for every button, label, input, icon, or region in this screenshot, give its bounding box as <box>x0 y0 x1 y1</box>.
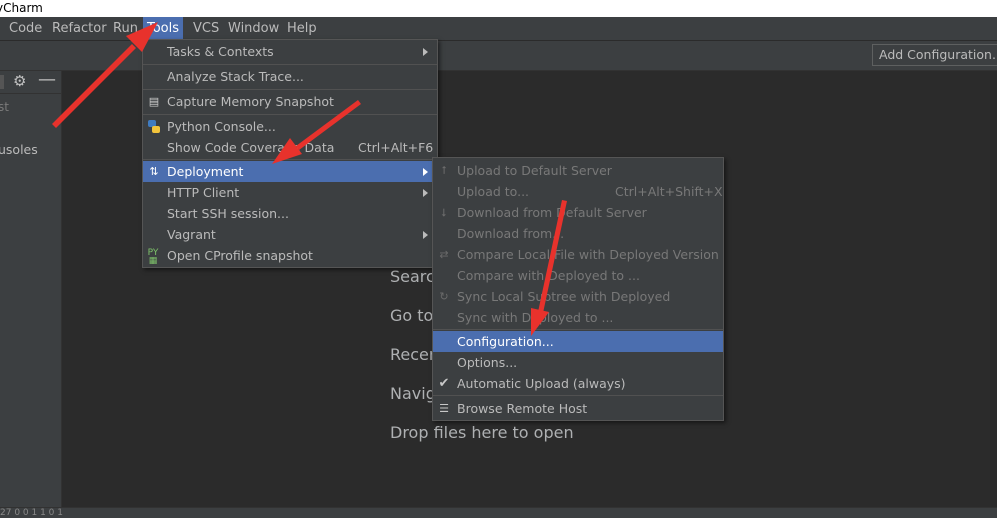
deployment-arrows-icon: ⇅ <box>149 165 159 178</box>
project-panel: ⚙ — st usoles <box>0 69 62 507</box>
menu-separator <box>143 114 437 115</box>
menu-item-http-client[interactable]: HTTP Client <box>143 182 437 203</box>
menu-bar: Code Refactor Run Tools VCS Window Help <box>0 17 997 41</box>
menu-item-label: Show Code Coverage Data <box>167 140 335 155</box>
remote-host-icon: ☰ <box>439 402 449 415</box>
panel-edge <box>0 75 4 89</box>
menu-separator <box>143 64 437 65</box>
menu-item-start-ssh[interactable]: Start SSH session... <box>143 203 437 224</box>
menu-item-open-cprofile[interactable]: PY ▦ Open CProfile snapshot <box>143 245 437 266</box>
menu-item-upload-to[interactable]: Upload to... Ctrl+Alt+Shift+X <box>433 181 723 202</box>
menu-item-vagrant[interactable]: Vagrant <box>143 224 437 245</box>
project-panel-header: ⚙ — <box>0 69 61 94</box>
menu-item-label: HTTP Client <box>167 185 240 200</box>
hint-goto: Go to <box>390 306 434 325</box>
menu-item-label: Sync with Deployed to ... <box>457 310 614 325</box>
project-tree-item[interactable]: st <box>0 100 9 114</box>
menu-item-label: Tasks & Contexts <box>167 44 274 59</box>
download-icon: ⭣ <box>441 206 447 219</box>
menu-item-browse-remote[interactable]: ☰ Browse Remote Host <box>433 398 723 419</box>
menu-item-tasks-contexts[interactable]: Tasks & Contexts <box>143 41 437 62</box>
menu-item-download-from[interactable]: Download from... <box>433 223 723 244</box>
menu-item-label: Download from Default Server <box>457 205 647 220</box>
menu-window[interactable]: Window <box>224 17 283 40</box>
python-icon <box>147 120 161 133</box>
menu-item-label: Download from... <box>457 226 565 241</box>
menu-item-sync-local[interactable]: ↻ Sync Local Subtree with Deployed <box>433 286 723 307</box>
menu-separator <box>143 159 437 160</box>
menu-item-label: Analyze Stack Trace... <box>167 69 304 84</box>
menu-separator <box>433 395 723 396</box>
menu-item-label: Browse Remote Host <box>457 401 588 416</box>
menu-item-shortcut: Ctrl+Alt+Shift+X <box>615 184 723 199</box>
memory-snapshot-icon: ▤ <box>148 95 160 108</box>
submenu-arrow-icon <box>423 48 428 56</box>
menu-item-label: Vagrant <box>167 227 216 242</box>
menu-item-label: Open CProfile snapshot <box>167 248 313 263</box>
deployment-submenu: ⭡ Upload to Default Server Upload to... … <box>432 157 724 421</box>
menu-vcs[interactable]: VCS <box>189 17 223 40</box>
cprofile-icon: PY ▦ <box>147 248 159 266</box>
menu-run[interactable]: Run <box>109 17 142 40</box>
menu-refactor[interactable]: Refactor <box>48 17 111 40</box>
menu-item-label: Deployment <box>167 164 244 179</box>
window-title-bar: yCharm <box>0 0 997 17</box>
menu-item-label: Sync Local Subtree with Deployed <box>457 289 671 304</box>
submenu-arrow-icon <box>423 231 428 239</box>
gear-icon[interactable]: ⚙ <box>13 72 26 90</box>
compare-icon: ⇄ <box>439 248 449 261</box>
menu-item-label: Upload to... <box>457 184 530 199</box>
menu-item-download-default[interactable]: ⭣ Download from Default Server <box>433 202 723 223</box>
menu-item-upload-default[interactable]: ⭡ Upload to Default Server <box>433 160 723 181</box>
hint-drop-files: Drop files here to open <box>390 423 574 442</box>
menu-item-options[interactable]: Options... <box>433 352 723 373</box>
menu-item-capture-memory[interactable]: ▤ Capture Memory Snapshot <box>143 91 437 112</box>
menu-item-compare-local[interactable]: ⇄ Compare Local File with Deployed Versi… <box>433 244 723 265</box>
menu-item-label: Compare with Deployed to ... <box>457 268 640 283</box>
menu-item-compare-deployed[interactable]: Compare with Deployed to ... <box>433 265 723 286</box>
upload-icon: ⭡ <box>441 164 447 177</box>
menu-item-label: Compare Local File with Deployed Version <box>457 247 719 262</box>
menu-item-shortcut: Ctrl+Alt+F6 <box>358 140 434 155</box>
menu-item-python-console[interactable]: Python Console... <box>143 116 437 137</box>
menu-separator <box>143 89 437 90</box>
menu-code[interactable]: Code <box>5 17 46 40</box>
menu-tools[interactable]: Tools <box>143 17 184 40</box>
hint-navigate: Navig <box>390 384 436 403</box>
hint-recent: Recer <box>390 345 436 364</box>
submenu-arrow-icon <box>423 189 428 197</box>
menu-item-label: Capture Memory Snapshot <box>167 94 334 109</box>
checkmark-icon: ✔ <box>438 376 450 391</box>
menu-item-label: Automatic Upload (always) <box>457 376 626 391</box>
hide-panel-icon[interactable]: — <box>38 69 56 90</box>
project-tree-item-consoles[interactable]: usoles <box>0 142 38 157</box>
menu-item-sync-deployed[interactable]: Sync with Deployed to ... <box>433 307 723 328</box>
hint-search: Searc <box>390 267 435 286</box>
tools-menu: Tasks & Contexts Analyze Stack Trace... … <box>142 39 438 268</box>
menu-item-label: Configuration... <box>457 334 554 349</box>
menu-separator <box>433 329 723 330</box>
menu-item-show-coverage[interactable]: Show Code Coverage Data Ctrl+Alt+F6 <box>143 137 437 158</box>
sync-icon: ↻ <box>439 290 449 303</box>
add-configuration-button[interactable]: Add Configuration... <box>872 44 997 66</box>
status-bar: 27 0 0 1 1 0 1 <box>0 507 997 518</box>
window-title: yCharm <box>0 1 43 15</box>
menu-item-automatic-upload[interactable]: ✔ Automatic Upload (always) <box>433 373 723 394</box>
menu-item-label: Start SSH session... <box>167 206 289 221</box>
menu-item-deployment[interactable]: ⇅ Deployment <box>143 161 437 182</box>
menu-item-label: Python Console... <box>167 119 276 134</box>
menu-item-analyze-stack-trace[interactable]: Analyze Stack Trace... <box>143 66 437 87</box>
menu-item-configuration[interactable]: Configuration... <box>433 331 723 352</box>
menu-item-label: Upload to Default Server <box>457 163 612 178</box>
menu-item-label: Options... <box>457 355 518 370</box>
submenu-arrow-icon <box>423 168 428 176</box>
menu-help[interactable]: Help <box>283 17 321 40</box>
